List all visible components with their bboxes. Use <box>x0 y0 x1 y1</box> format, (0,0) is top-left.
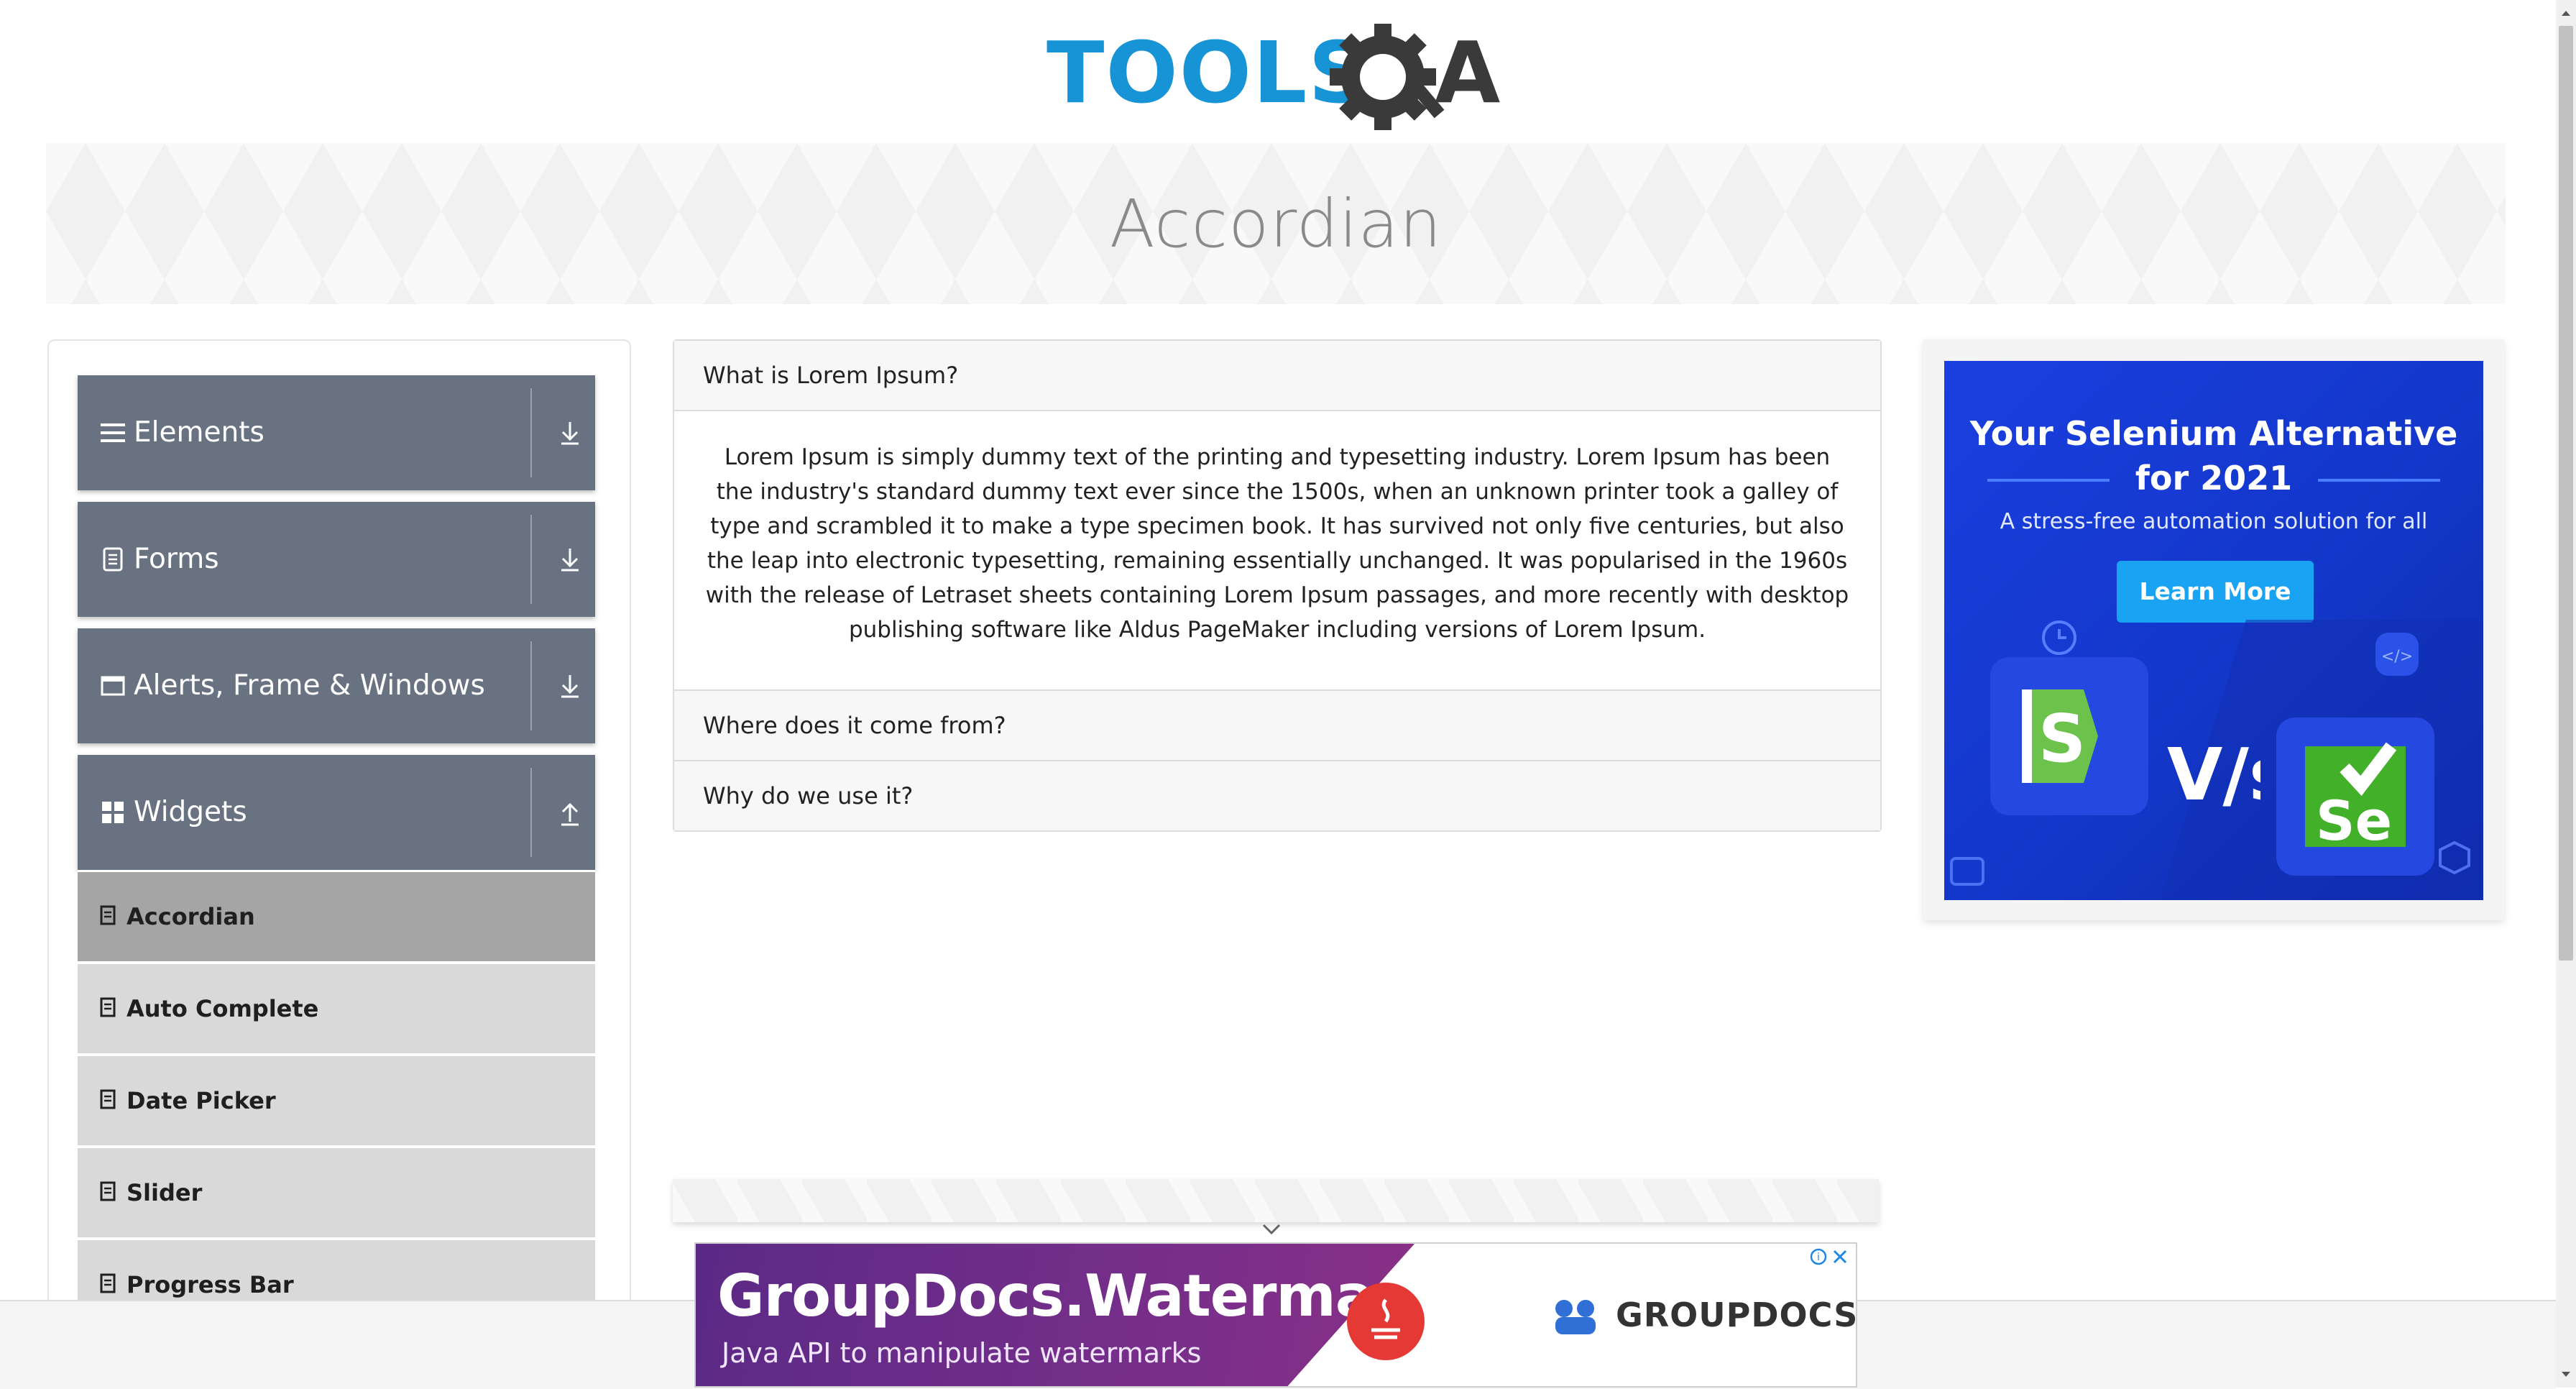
sidebar-group-label: Elements <box>134 416 264 449</box>
scrollbar-thumb[interactable] <box>2559 26 2573 961</box>
doc-icon <box>99 1089 116 1109</box>
svg-text:V/s: V/s <box>2167 733 2260 817</box>
clock-icon <box>2042 620 2076 655</box>
scroll-up-icon[interactable] <box>2560 9 2572 17</box>
ad-subtitle: Java API to manipulate watermarks <box>722 1337 1202 1369</box>
svg-text:Se: Se <box>2316 789 2392 853</box>
accordion-heading-3[interactable]: Why do we use it? <box>674 761 1880 830</box>
divider <box>530 641 532 730</box>
groupdocs-ad[interactable]: GroupDocs.Watermark Java API to manipula… <box>694 1242 1857 1388</box>
hamburger-icon <box>101 417 125 449</box>
sidebar-group-alerts-frame-windows[interactable]: Alerts, Frame & Windows <box>78 628 595 743</box>
sidebar-item-slider[interactable]: Slider <box>78 1146 595 1237</box>
groupdocs-logo-icon <box>1555 1300 1596 1334</box>
logo-text-a: A <box>1435 23 1500 122</box>
doc-icon <box>99 905 116 925</box>
sidebar-group-label: Forms <box>134 543 219 575</box>
divider <box>530 768 532 857</box>
page-header-banner: Accordian <box>46 143 2506 304</box>
sidebar-item-label: Slider <box>126 1179 203 1206</box>
download-arrow-icon[interactable] <box>552 415 588 451</box>
selenium-alternative-ad[interactable]: Your Selenium Alternative for 2021 A str… <box>1944 361 2483 900</box>
window-icon <box>101 670 125 702</box>
doc-icon <box>99 997 116 1017</box>
accordion-heading-1[interactable]: What is Lorem Ipsum? <box>674 341 1880 411</box>
toolsqa-logo[interactable]: TOOLS A <box>1046 23 1510 131</box>
download-arrow-icon[interactable] <box>552 541 588 577</box>
sidebar-item-label: Accordian <box>126 903 255 930</box>
left-panel: Elements Forms Alerts, Frame & Windows W… <box>47 339 631 1349</box>
sidebar-item-label: Date Picker <box>126 1087 276 1114</box>
document-icon <box>101 544 125 575</box>
vs-label: V/s <box>2167 733 2260 817</box>
sidebar-group-elements[interactable]: Elements <box>78 375 595 490</box>
sidebar-group-label: Alerts, Frame & Windows <box>134 669 485 702</box>
svg-text:</>: </> <box>2381 648 2413 666</box>
selenium-logo-icon: Se <box>2276 718 2434 876</box>
sidebar-item-auto-complete[interactable]: Auto Complete <box>78 962 595 1053</box>
sidebar-group-forms[interactable]: Forms <box>78 502 595 617</box>
accordion-heading-2[interactable]: Where does it come from? <box>674 691 1880 761</box>
sidebar-group-label: Widgets <box>134 796 247 828</box>
testsigma-logo-icon: S <box>1990 657 2148 815</box>
bottom-banner-strip <box>673 1179 1879 1222</box>
divider <box>530 515 532 604</box>
svg-text:S: S <box>2038 700 2086 777</box>
download-arrow-icon[interactable] <box>552 668 588 704</box>
doc-icon <box>99 1273 116 1293</box>
widgets-icon <box>101 797 125 828</box>
divider <box>530 388 532 477</box>
doc-icon <box>99 1181 116 1201</box>
accordion: What is Lorem Ipsum? Lorem Ipsum is simp… <box>673 339 1882 832</box>
ad-title: GroupDocs.Watermark <box>717 1262 1439 1329</box>
sidebar-item-accordian[interactable]: Accordian <box>78 870 595 961</box>
upload-arrow-icon[interactable] <box>552 794 588 830</box>
sidebar-group-widgets[interactable]: Widgets <box>78 755 595 870</box>
sidebar-item-label: Auto Complete <box>126 995 319 1022</box>
code-icon: </> <box>2375 633 2419 676</box>
svg-text:i: i <box>1817 1252 1820 1263</box>
groupdocs-brand: GROUPDOCS <box>1616 1296 1857 1334</box>
ad-choices-close-icon[interactable]: i <box>1808 1247 1852 1267</box>
sidebar-item-date-picker[interactable]: Date Picker <box>78 1054 595 1145</box>
logo-text-tools: TOOLS <box>1046 23 1371 122</box>
box-icon <box>2439 840 2470 875</box>
browser-icon <box>1950 857 1984 886</box>
chevron-down-icon[interactable] <box>1261 1222 1282 1237</box>
java-icon <box>1347 1283 1425 1360</box>
accordion-body-1: Lorem Ipsum is simply dummy text of the … <box>674 411 1880 691</box>
page-title: Accordian <box>1109 185 1443 262</box>
scroll-down-icon[interactable] <box>2560 1370 2572 1379</box>
